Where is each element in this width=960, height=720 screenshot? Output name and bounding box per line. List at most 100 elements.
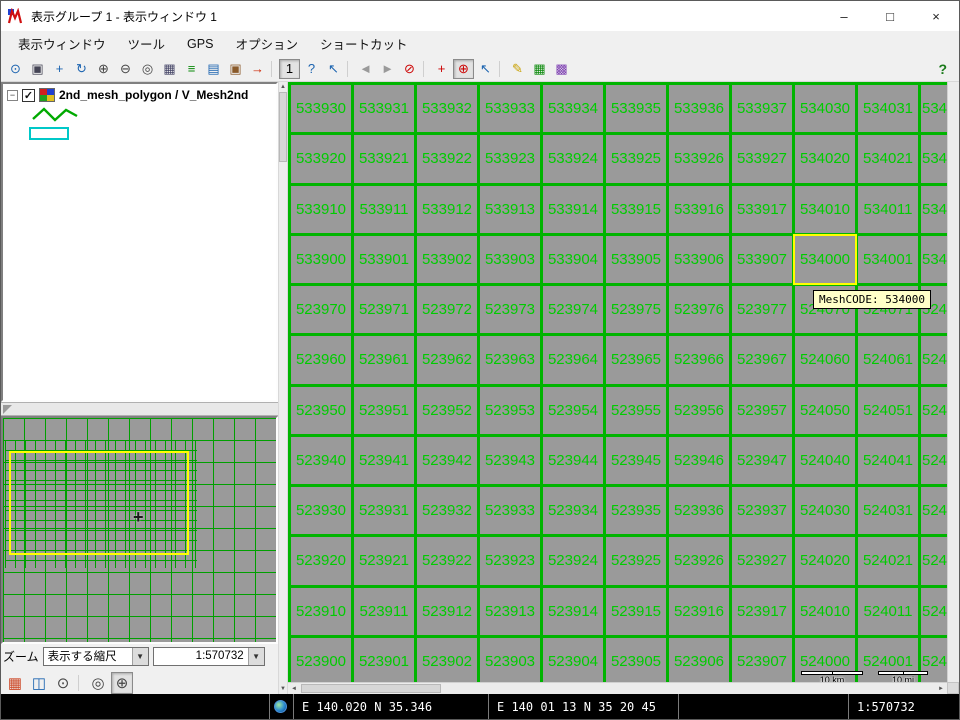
mesh-cell[interactable]: 523926 xyxy=(669,537,729,584)
mesh-cell[interactable]: 533924 xyxy=(543,135,603,182)
mesh-cell[interactable]: 523912 xyxy=(417,588,477,635)
edit-icon[interactable]: ✎ xyxy=(507,59,528,79)
mesh-cell[interactable]: 533923 xyxy=(480,135,540,182)
mesh-cell[interactable]: 523963 xyxy=(480,336,540,383)
mesh-cell[interactable]: 524010 xyxy=(795,588,855,635)
mesh-cell[interactable]: 523910 xyxy=(291,588,351,635)
mesh-cell[interactable]: 533937 xyxy=(732,85,792,132)
mesh-cell[interactable]: 533904 xyxy=(543,236,603,283)
mesh-cell[interactable]: 523921 xyxy=(354,537,414,584)
mesh-cell[interactable]: 534 xyxy=(921,186,947,233)
mesh-cell[interactable]: 533917 xyxy=(732,186,792,233)
mesh-cell[interactable]: 534020 xyxy=(795,135,855,182)
mesh-cell[interactable]: 533911 xyxy=(354,186,414,233)
mesh-cell[interactable]: 523970 xyxy=(291,286,351,333)
mesh-cell[interactable]: 523946 xyxy=(669,437,729,484)
mesh-grid-icon[interactable]: ▦ xyxy=(159,59,180,79)
mesh-cell[interactable]: 533915 xyxy=(606,186,666,233)
mesh-cell[interactable]: 523927 xyxy=(732,537,792,584)
mesh-cell[interactable]: 533912 xyxy=(417,186,477,233)
layer-list-icon[interactable]: ≡ xyxy=(181,59,202,79)
mesh-cell[interactable]: 534021 xyxy=(858,135,918,182)
mesh-cell[interactable]: 523915 xyxy=(606,588,666,635)
menu-item[interactable]: GPS xyxy=(176,34,224,54)
mesh-cell[interactable]: 533900 xyxy=(291,236,351,283)
pan-view-icon[interactable]: + xyxy=(49,59,70,79)
mesh-cell[interactable]: 523942 xyxy=(417,437,477,484)
map-viewport[interactable]: 5339305339315339325339335339345339355339… xyxy=(288,82,947,682)
dropdown-arrow-icon[interactable]: ▼ xyxy=(248,648,264,665)
pan-tool-icon[interactable]: + xyxy=(431,59,452,79)
mesh-cell[interactable]: 523977 xyxy=(732,286,792,333)
horizontal-scrollbar[interactable]: ◄ ► xyxy=(288,682,947,694)
vertical-scrollbar[interactable]: ▲ ▼ xyxy=(278,82,288,694)
scroll-up-icon[interactable]: ▲ xyxy=(279,82,287,92)
menu-item[interactable]: オプション xyxy=(224,31,309,56)
mesh-cell[interactable]: 523956 xyxy=(669,387,729,434)
mesh-cell[interactable]: 533920 xyxy=(291,135,351,182)
mesh-cell[interactable]: 523913 xyxy=(480,588,540,635)
mesh-cell[interactable]: 523920 xyxy=(291,537,351,584)
mesh-cell[interactable]: 524060 xyxy=(795,336,855,383)
mesh-cell[interactable]: 533902 xyxy=(417,236,477,283)
mesh-cell[interactable]: 523972 xyxy=(417,286,477,333)
menu-item[interactable]: ツール xyxy=(117,31,177,56)
mesh-cell[interactable]: 523930 xyxy=(291,487,351,534)
mesh-cell[interactable]: 534011 xyxy=(858,186,918,233)
mesh-cell[interactable]: 533931 xyxy=(354,85,414,132)
mesh-cell[interactable]: 534 xyxy=(921,85,947,132)
mesh-cell[interactable]: 523937 xyxy=(732,487,792,534)
mesh-cell[interactable]: 534030 xyxy=(795,85,855,132)
chart-icon[interactable]: ▩ xyxy=(551,59,572,79)
menu-item[interactable]: ショートカット xyxy=(309,31,419,56)
menu-item[interactable]: 表示ウィンドウ xyxy=(7,31,117,56)
overview-map[interactable]: + xyxy=(1,416,278,644)
mesh-cell[interactable]: 523923 xyxy=(480,537,540,584)
mesh-cell[interactable]: 523901 xyxy=(354,638,414,682)
mesh-cell[interactable]: 523950 xyxy=(291,387,351,434)
mesh-cell[interactable]: 523925 xyxy=(606,537,666,584)
mesh-cell[interactable]: 524031 xyxy=(858,487,918,534)
full-extent-icon[interactable]: ▣ xyxy=(27,59,48,79)
mesh-cell[interactable]: 524041 xyxy=(858,437,918,484)
forward-icon[interactable]: ► xyxy=(377,59,398,79)
mesh-cell[interactable]: 524011 xyxy=(858,588,918,635)
help-button[interactable]: ? xyxy=(938,61,947,77)
mesh-cell[interactable]: 533930 xyxy=(291,85,351,132)
mesh-cell[interactable]: 534000 xyxy=(795,236,855,283)
mesh-cell[interactable]: 524061 xyxy=(858,336,918,383)
mesh-cell[interactable]: 533901 xyxy=(354,236,414,283)
scroll-down-icon[interactable]: ▼ xyxy=(279,684,287,694)
mesh-cell[interactable]: 524050 xyxy=(795,387,855,434)
mesh-cell[interactable]: 533936 xyxy=(669,85,729,132)
magnifier-icon[interactable]: ⊙ xyxy=(52,672,74,694)
scroll-left-icon[interactable]: ◄ xyxy=(288,683,300,695)
mesh-cell[interactable]: 524 xyxy=(921,487,947,534)
right-scroll-track[interactable] xyxy=(947,82,959,682)
edit-mesh-icon[interactable]: ▦ xyxy=(529,59,550,79)
mesh-cell[interactable]: 523974 xyxy=(543,286,603,333)
dropdown-arrow-icon[interactable]: ▼ xyxy=(132,648,148,665)
mesh-cell[interactable]: 533933 xyxy=(480,85,540,132)
mesh-cell[interactable]: 523971 xyxy=(354,286,414,333)
mesh-cell[interactable]: 523931 xyxy=(354,487,414,534)
mesh-cell[interactable]: 534031 xyxy=(858,85,918,132)
mesh-cell[interactable]: 524020 xyxy=(795,537,855,584)
mesh-cell[interactable]: 523902 xyxy=(417,638,477,682)
mesh-cell[interactable]: 523952 xyxy=(417,387,477,434)
mesh-cell[interactable]: 523967 xyxy=(732,336,792,383)
mesh-cell[interactable]: 533916 xyxy=(669,186,729,233)
mesh-cell[interactable]: 534010 xyxy=(795,186,855,233)
maximize-button[interactable]: □ xyxy=(867,1,913,31)
mesh-cell[interactable]: 523961 xyxy=(354,336,414,383)
mesh-cell[interactable]: 533926 xyxy=(669,135,729,182)
zoom-drag-icon[interactable]: ⊕ xyxy=(111,672,133,694)
back-icon[interactable]: ◄ xyxy=(355,59,376,79)
cancel-icon[interactable]: ⊘ xyxy=(399,59,420,79)
panel-splitter[interactable] xyxy=(1,402,278,416)
mesh-cell[interactable]: 523940 xyxy=(291,437,351,484)
mesh-cell[interactable]: 523957 xyxy=(732,387,792,434)
attribute-query-icon[interactable]: ? xyxy=(301,59,322,79)
minimize-button[interactable]: – xyxy=(821,1,867,31)
mesh-cell[interactable]: 523955 xyxy=(606,387,666,434)
